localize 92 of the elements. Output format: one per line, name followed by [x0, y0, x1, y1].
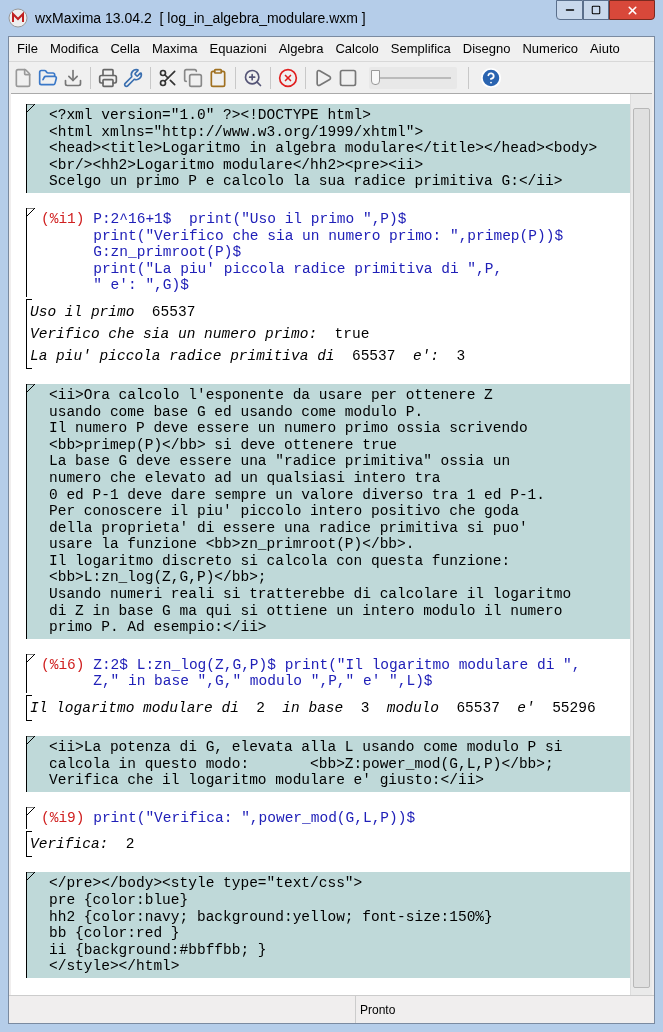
code-line: print("Verifico che sia un numero primo: ",primep(P))$: [93, 227, 564, 245]
text-line: </pre></body><style type="text/css">: [49, 875, 364, 892]
input-prompt: (%i6): [41, 656, 85, 675]
text-line: <head><title>Logaritmo in algebra modulare</title></head><body>: [49, 140, 599, 157]
output-line: La piu' piccola radice primitiva di 65537 e': 3: [30, 346, 466, 366]
cell-marker-icon: [26, 806, 35, 816]
code-line: print("Verifica: ",power_mod(G,L,P))$: [93, 809, 416, 827]
text-line: Usando numeri reali si tratterebbe di calcolare il logaritmo: [49, 586, 573, 603]
text-line: primo P. Ad esempio:</ii>: [49, 619, 268, 636]
text-line: bb {color:red }: [49, 925, 181, 942]
window-title: wxMaxima 13.04.2 [ log_in_algebra_modulare.wxm ]: [35, 8, 366, 28]
text-line: </style></html>: [49, 958, 181, 975]
text-line: Verifica che il logaritmo modulare e' giusto:</ii>: [49, 772, 486, 789]
code-line: Z," in base ",G," modulo ",P," e' ",L)$: [93, 673, 434, 691]
text-line: hh2 {color:navy; background:yellow; font-size:150%}: [49, 908, 494, 926]
maximize-button[interactable]: [583, 0, 609, 20]
scissors-icon[interactable]: [158, 67, 178, 88]
folder-icon[interactable]: [38, 67, 58, 88]
text-line: Il logaritmo discreto si calcola con questa funzione:: [49, 552, 512, 570]
text-line: Il numero P deve essere un numero primo ossia scrivendo: [49, 420, 529, 437]
printer-icon[interactable]: [98, 67, 118, 88]
text-line: <html xmlns="http://www.w3.org/1999/xhtml">: [49, 123, 425, 141]
text-cell[interactable]: </pre></body><style type="text/css"> pre {color:blue} hh2 {color:navy; background:yellow; font-size:150%} bb {color:red } ii {background:#bbffbb; } </style></html>: [26, 872, 630, 978]
menu-item[interactable]: Cella: [104, 39, 146, 59]
text-cell[interactable]: [26, 383, 630, 639]
text-line: La base G deve essere una "radice primitiva" ossia un: [49, 453, 512, 470]
cell-marker-icon: [26, 383, 35, 393]
status-text: Pronto: [359, 1001, 396, 1019]
input-prompt: (%i1): [41, 210, 85, 229]
text-line: 0 ed P-1 deve dare sempre un valore diverso tra 1 ed P-1.: [49, 486, 546, 504]
minimize-button[interactable]: [556, 0, 583, 20]
text-line: usando come base G ed usando come modulo P.: [49, 403, 425, 421]
code-line: G:zn_primroot(P)$: [93, 244, 243, 261]
output-line: Uso il primo 65537: [30, 302, 196, 322]
new-file-icon[interactable]: [13, 67, 33, 88]
text-line: <bb>primep(P)</bb> si deve ottenere true: [49, 436, 399, 454]
scrollbar-thumb[interactable]: [633, 108, 650, 988]
menu-item[interactable]: Numerico: [516, 39, 585, 59]
code-line: " e': ",G)$: [93, 277, 190, 294]
menu-item[interactable]: Algebra: [272, 39, 330, 59]
slider-thumb[interactable]: [371, 69, 380, 85]
output-line: Verifica: 2: [30, 835, 135, 855]
text-line: <br/><hh2>Logaritmo modulare</hh2><pre><ii>: [49, 156, 425, 174]
text-line: pre {color:blue}: [49, 892, 190, 909]
cell-marker-icon: [26, 736, 35, 746]
close-button[interactable]: [609, 0, 655, 20]
search-icon[interactable]: [243, 67, 263, 88]
scrollbar[interactable]: [630, 94, 652, 995]
code-line: Z:2$ L:zn_log(Z,G,P)$ print("Il logaritmo modulare di ",: [93, 656, 581, 674]
input-prompt: (%i9): [41, 809, 85, 827]
text-cell[interactable]: <ii>La potenza di G, elevata alla L usando come modulo P si calcola in questo modo: <bb>Z:power_mod(G,L,P)</bb>; Verifica che il logaritmo modulare e' giusto:</ii>: [26, 736, 630, 792]
text-line: Scelgo un primo P e calcolo la sua radice primitiva G:</ii>: [49, 173, 564, 190]
menu-item[interactable]: File: [11, 39, 44, 59]
output-line: Il logaritmo modulare di 2 in base 3 modulo 65537 e' 55296: [30, 699, 596, 719]
text-line: <ii>Ora calcolo l'esponente da usare per ottenere Z: [49, 386, 494, 404]
cell-marker-icon: [26, 872, 35, 882]
cell-marker-icon: [26, 653, 35, 663]
text-line: ii {background:#bbffbb; }: [49, 941, 268, 959]
menu-item[interactable]: Disegno: [456, 39, 517, 59]
save-icon[interactable]: [63, 67, 83, 88]
text-line: della proprieta' di essere una radice primitiva si puo': [49, 519, 529, 537]
app-logo-icon: [8, 8, 28, 28]
text-line: calcola in questo modo: <bb>Z:power_mod(G,L,P)</bb>;: [49, 755, 555, 773]
text-line: Per conoscere il piu' piccolo intero positivo che goda: [49, 503, 520, 520]
help-icon[interactable]: [480, 66, 502, 89]
text-cell[interactable]: [26, 104, 630, 193]
maximize-icon: [591, 5, 601, 15]
clipboard-icon[interactable]: [208, 67, 228, 88]
stop-icon[interactable]: [278, 67, 298, 88]
menu-item[interactable]: Modifica: [43, 39, 105, 59]
text-line: numero che elevato ad un qualsiasi intero tra: [49, 469, 442, 487]
cell-marker-icon: [26, 207, 35, 217]
text-line: di Z in base G ma qui si ottiene un intero modulo il numero: [49, 602, 564, 620]
output-line: Verifico che sia un numero primo: true: [30, 324, 370, 344]
code-line: P:2^16+1$ print("Uso il primo ",P)$: [93, 210, 408, 228]
copy-icon[interactable]: [183, 67, 203, 88]
text-line: usare la funzione <bb>zn_primroot(P)</bb>.: [49, 536, 416, 553]
menu-item[interactable]: Calcolo: [329, 39, 385, 59]
cell-marker-icon: [26, 104, 35, 113]
code-line: print("La piu' piccola radice primitiva di ",P,: [93, 260, 504, 278]
close-icon: [625, 3, 639, 17]
square-icon[interactable]: [338, 67, 358, 88]
menu-item[interactable]: Equazioni: [203, 39, 273, 59]
slider[interactable]: [369, 66, 457, 89]
text-line: <bb>L:zn_log(Z,G,P)</bb>;: [49, 569, 268, 587]
play-icon[interactable]: [313, 67, 333, 88]
menu-item[interactable]: Aiuto: [584, 39, 626, 59]
text-line: <ii>La potenza di G, elevata alla L usando come modulo P si: [49, 739, 564, 756]
menu-item[interactable]: Semplifica: [384, 39, 457, 59]
wrench-icon[interactable]: [123, 67, 143, 88]
menu-item[interactable]: Maxima: [146, 39, 204, 59]
text-line: <?xml version="1.0" ?><!DOCTYPE html>: [49, 107, 372, 124]
